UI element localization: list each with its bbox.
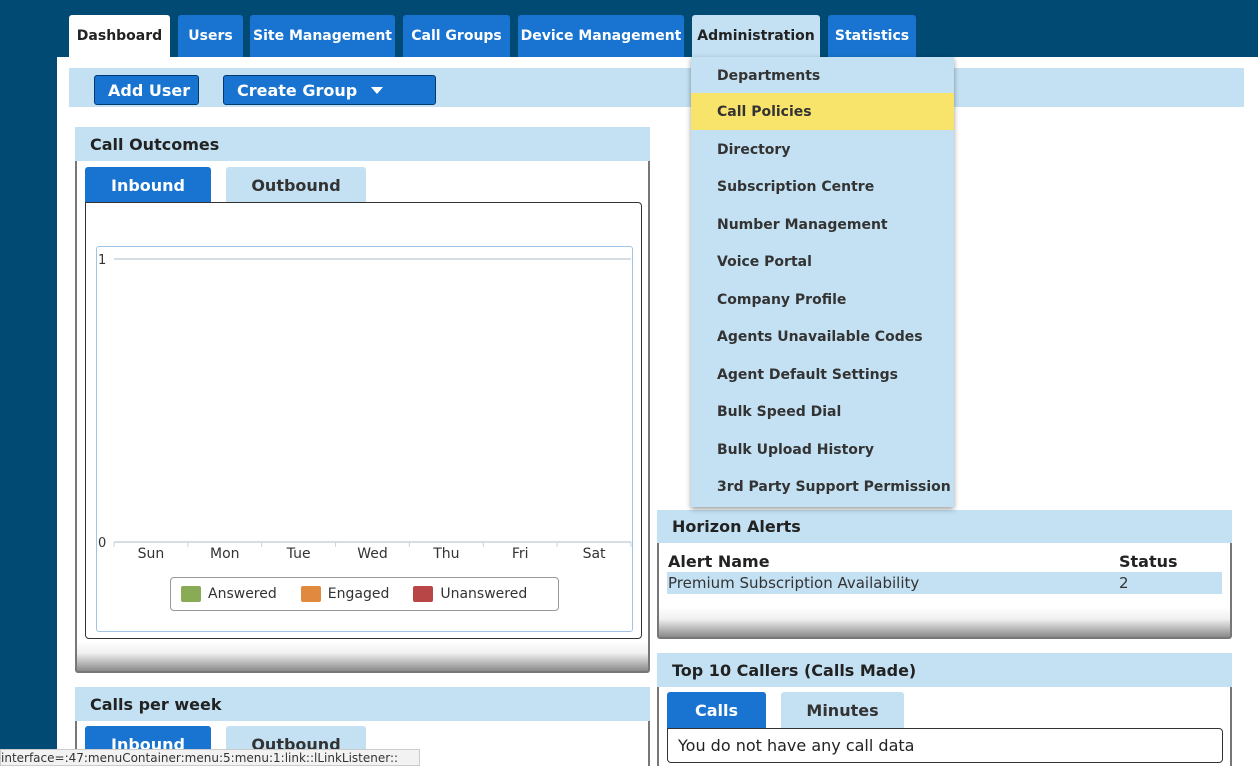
status-bar-url: interface=:47:menuContainer:menu:5:menu:…	[0, 749, 420, 766]
y-tick-label: 0	[98, 536, 106, 551]
legend-swatch	[413, 586, 434, 602]
call-outcomes-title: Call Outcomes	[75, 127, 650, 161]
menu-item-voice-portal[interactable]: Voice Portal	[691, 243, 954, 280]
x-tick-label: Mon	[210, 546, 240, 562]
x-tick-label: Tue	[286, 546, 311, 562]
menu-item-departments[interactable]: Departments	[691, 57, 954, 94]
menu-item-bulk-upload-history[interactable]: Bulk Upload History	[691, 431, 954, 468]
alert-status-cell: 2	[1119, 574, 1129, 592]
menu-item-call-policies[interactable]: Call Policies	[691, 93, 954, 130]
tab-device-management[interactable]: Device Management	[518, 15, 684, 57]
x-tick-label: Sun	[138, 546, 165, 562]
alert-name-cell: Premium Subscription Availability	[668, 574, 920, 592]
table-row[interactable]: Premium Subscription Availability 2	[667, 572, 1222, 594]
menu-item-3rd-party-support-permission[interactable]: 3rd Party Support Permission	[691, 468, 954, 505]
alerts-header-row: Alert Name Status	[667, 550, 1222, 572]
menu-item-agent-default-settings[interactable]: Agent Default Settings	[691, 356, 954, 393]
tab-dashboard[interactable]: Dashboard	[69, 15, 170, 57]
legend-item[interactable]: Answered	[181, 586, 277, 602]
legend-item[interactable]: Unanswered	[413, 586, 527, 602]
column-header-status: Status	[1119, 551, 1178, 571]
add-user-label: Add User	[108, 80, 191, 100]
chart-legend: Answered Engaged Unanswered	[170, 577, 559, 611]
top-callers-empty-message: You do not have any call data	[667, 728, 1223, 763]
legend-item[interactable]: Engaged	[300, 586, 390, 602]
x-tick-label: Fri	[512, 546, 529, 562]
tab-users[interactable]: Users	[178, 15, 243, 57]
top-callers-title: Top 10 Callers (Calls Made)	[657, 653, 1232, 687]
legend-label: Engaged	[327, 586, 390, 602]
create-group-button[interactable]: Create Group	[223, 75, 436, 105]
x-tick-label: Wed	[357, 546, 388, 562]
menu-item-company-profile[interactable]: Company Profile	[691, 281, 954, 318]
tab-outbound[interactable]: Outbound	[226, 167, 366, 203]
add-user-button[interactable]: Add User	[94, 75, 199, 105]
menu-item-bulk-speed-dial[interactable]: Bulk Speed Dial	[691, 393, 954, 430]
call-outcomes-chart: 0 1 Sun Mon Tue Wed Thu Fri Sat	[98, 253, 632, 562]
menu-item-subscription-centre[interactable]: Subscription Centre	[691, 168, 954, 205]
tab-site-management[interactable]: Site Management	[250, 15, 395, 57]
caret-down-icon	[371, 86, 384, 94]
menu-item-directory[interactable]: Directory	[691, 131, 954, 168]
legend-swatch	[181, 586, 201, 602]
administration-dropdown-menu: Departments Call Policies Directory Subscri…	[691, 57, 954, 507]
horizon-alerts-title: Horizon Alerts	[657, 510, 1232, 543]
y-tick-label: 1	[98, 253, 106, 268]
tab-inbound[interactable]: Inbound	[85, 167, 211, 203]
tab-minutes[interactable]: Minutes	[781, 692, 904, 728]
tab-administration[interactable]: Administration	[692, 15, 820, 57]
create-group-label: Create Group	[237, 80, 358, 100]
x-tick-label: Thu	[432, 546, 459, 562]
menu-item-number-management[interactable]: Number Management	[691, 206, 954, 243]
tab-statistics[interactable]: Statistics	[828, 15, 916, 57]
legend-label: Answered	[208, 586, 277, 602]
calls-per-week-title: Calls per week	[75, 687, 650, 721]
x-tick-label: Sat	[583, 546, 606, 562]
tab-calls[interactable]: Calls	[667, 692, 766, 728]
legend-label: Unanswered	[440, 586, 528, 602]
tab-call-groups[interactable]: Call Groups	[403, 15, 510, 57]
legend-swatch	[300, 586, 321, 602]
column-header-alert-name: Alert Name	[668, 551, 770, 571]
menu-item-agents-unavailable-codes[interactable]: Agents Unavailable Codes	[691, 318, 954, 355]
